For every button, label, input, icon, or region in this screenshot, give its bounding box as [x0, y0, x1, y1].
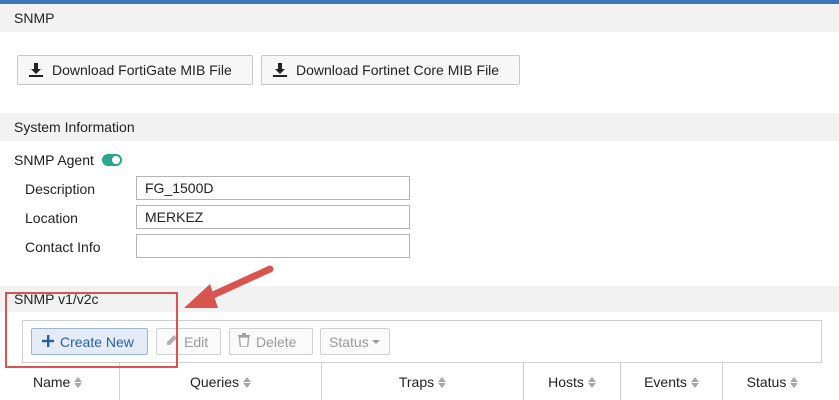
snmp-agent-label: SNMP Agent [14, 152, 94, 168]
delete-button[interactable]: Delete [229, 328, 313, 355]
column-header-hosts[interactable]: Hosts [524, 363, 621, 400]
location-field[interactable]: MERKEZ [136, 205, 410, 229]
location-label: Location [25, 210, 78, 226]
column-header-status[interactable]: Status [723, 363, 822, 400]
download-icon [272, 62, 288, 78]
column-header-queries[interactable]: Queries [120, 363, 322, 400]
status-dropdown[interactable]: Status [320, 328, 390, 355]
section-header-snmp: SNMP [0, 4, 839, 32]
sort-icon [74, 376, 83, 388]
sort-icon [438, 376, 447, 388]
edit-label: Edit [184, 333, 209, 350]
download-fortigate-mib-button[interactable]: Download FortiGate MIB File [17, 55, 253, 85]
column-header-name[interactable]: Name [22, 363, 120, 400]
snmp-agent-row: SNMP Agent [14, 150, 122, 170]
download-icon [28, 62, 44, 78]
caret-down-icon [371, 339, 380, 344]
sort-icon [690, 376, 699, 388]
delete-label: Delete [256, 333, 297, 350]
column-label: Name [33, 374, 71, 390]
contact-info-field[interactable] [136, 234, 410, 258]
column-label: Hosts [548, 374, 584, 390]
column-header-events[interactable]: Events [621, 363, 723, 400]
annotation-highlight-box [5, 292, 178, 368]
column-label: Status [746, 374, 787, 390]
download-fortigate-label: Download FortiGate MIB File [52, 62, 232, 78]
section-header-system-information: System Information [0, 113, 839, 141]
snmp-agent-toggle[interactable] [101, 154, 122, 166]
trash-icon [238, 333, 250, 350]
contact-info-label: Contact Info [25, 239, 101, 255]
download-fortinet-core-label: Download Fortinet Core MIB File [296, 62, 500, 78]
column-label: Queries [189, 374, 240, 390]
sort-icon [790, 376, 799, 388]
column-header-traps[interactable]: Traps [322, 363, 524, 400]
description-label: Description [25, 181, 96, 197]
annotation-arrow-icon [184, 265, 274, 308]
download-fortinet-core-mib-button[interactable]: Download Fortinet Core MIB File [261, 55, 520, 85]
column-label: Traps [398, 374, 435, 390]
sort-icon [587, 376, 596, 388]
status-label: Status [329, 333, 369, 350]
description-field[interactable]: FG_1500D [136, 176, 410, 200]
column-label: Events [644, 374, 687, 390]
sort-icon [243, 376, 252, 388]
